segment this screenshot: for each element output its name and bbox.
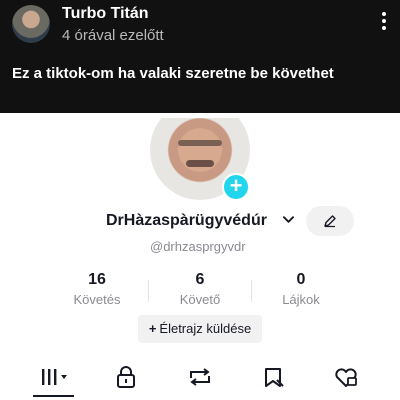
lock-icon bbox=[117, 366, 135, 388]
tab-saved[interactable] bbox=[254, 366, 294, 390]
chevron-down-icon[interactable] bbox=[283, 214, 294, 225]
stat-likes-value: 0 bbox=[296, 271, 306, 288]
add-bio-label: Életrajz küldése bbox=[159, 321, 252, 336]
post-time: 4 órával ezelőtt bbox=[62, 27, 164, 44]
plus-icon: + bbox=[148, 321, 157, 336]
author-name[interactable]: Turbo Titán bbox=[62, 5, 149, 23]
tiktok-profile-screenshot: + DrHàzaspàrügyvédúr @drhzasprgyvdr 16 K… bbox=[0, 113, 400, 400]
stat-followers[interactable]: 6 Követő bbox=[165, 271, 235, 307]
username-row: DrHàzaspàrügyvédúr bbox=[0, 206, 400, 236]
active-tab-indicator bbox=[33, 395, 74, 397]
tab-reposts[interactable] bbox=[180, 366, 220, 390]
grid-icon bbox=[42, 369, 67, 385]
more-vertical-icon[interactable] bbox=[378, 12, 390, 36]
author-avatar[interactable] bbox=[12, 5, 50, 43]
stat-followers-label: Követő bbox=[179, 292, 221, 307]
stat-following-label: Követés bbox=[73, 292, 121, 307]
tab-liked[interactable] bbox=[326, 366, 366, 390]
pencil-icon bbox=[324, 215, 336, 228]
stat-divider bbox=[148, 280, 149, 302]
liked-icon bbox=[335, 368, 357, 387]
stat-likes[interactable]: 0 Lájkok bbox=[266, 271, 336, 307]
saved-icon bbox=[265, 368, 284, 387]
tab-private[interactable] bbox=[106, 366, 146, 390]
add-plus-icon[interactable]: + bbox=[222, 173, 250, 201]
stat-followers-value: 6 bbox=[195, 271, 205, 288]
profile-handle: @drhzasprgyvdr bbox=[150, 239, 246, 254]
add-bio-button[interactable]: + Életrajz küldése bbox=[138, 315, 262, 343]
post-caption: Ez a tiktok-om ha valaki szeretne be köv… bbox=[12, 65, 334, 82]
stat-likes-label: Lájkok bbox=[282, 292, 320, 307]
stat-following[interactable]: 16 Követés bbox=[62, 271, 132, 307]
tab-videos[interactable] bbox=[34, 366, 74, 390]
repost-icon bbox=[190, 368, 210, 386]
stat-divider bbox=[251, 280, 252, 302]
stat-following-value: 16 bbox=[88, 271, 106, 288]
edit-profile-button[interactable] bbox=[306, 206, 354, 236]
post-header: Turbo Titán 4 órával ezelőtt Ez a tiktok… bbox=[0, 0, 400, 113]
profile-username: DrHàzaspàrügyvédúr bbox=[106, 212, 267, 229]
